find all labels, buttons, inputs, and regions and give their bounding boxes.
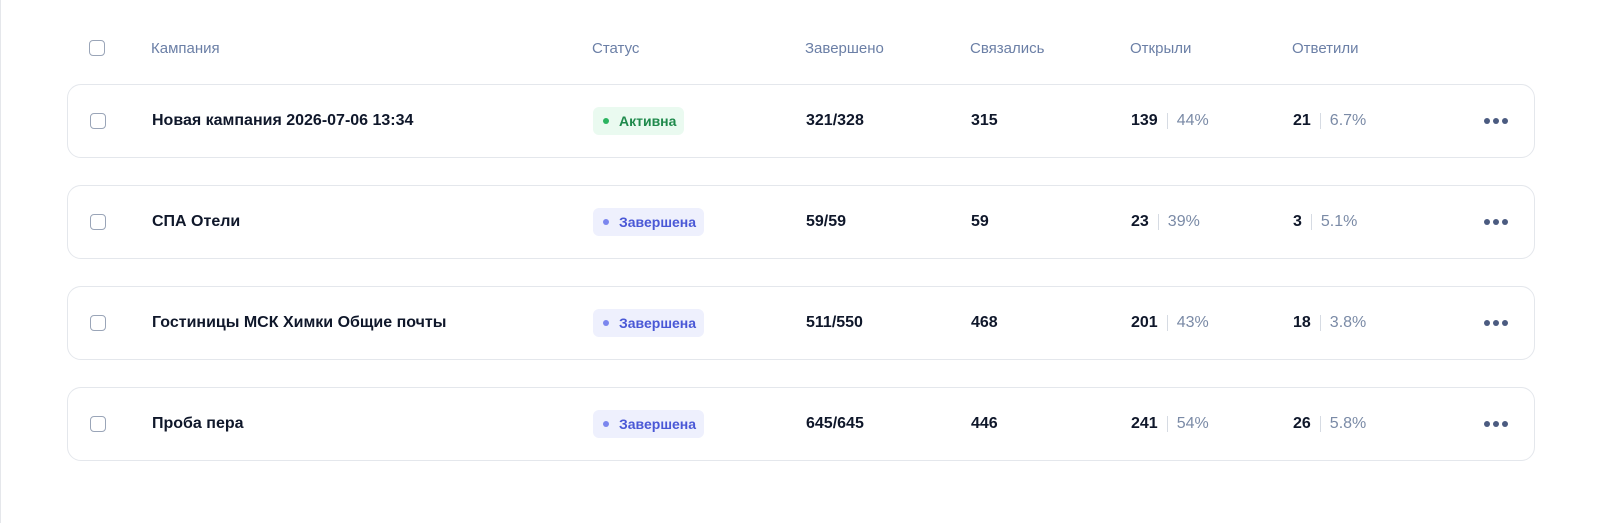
completed-value: 59/59	[806, 213, 847, 230]
opened-percent: 44%	[1176, 112, 1209, 129]
status-badge: Завершена	[593, 410, 705, 438]
divider	[1310, 214, 1312, 230]
status-dot-icon	[603, 320, 609, 326]
divider	[1319, 416, 1321, 432]
replied-percent: 5.8%	[1329, 415, 1367, 432]
status-label: Завершена	[619, 315, 697, 331]
opened-cell: 23 39%	[1131, 186, 1200, 258]
select-all-checkbox[interactable]	[89, 40, 105, 56]
replied-count: 3	[1293, 213, 1302, 230]
status-dot-icon	[603, 219, 609, 225]
status-dot-icon	[603, 118, 609, 124]
divider	[1319, 315, 1321, 331]
status-badge: Активна	[593, 107, 685, 135]
campaign-name[interactable]: Новая кампания 2026-07-06 13:34	[152, 85, 413, 157]
header-campaign[interactable]: Кампания	[151, 30, 220, 66]
row-checkbox[interactable]	[90, 416, 106, 432]
completed-value: 511/550	[806, 314, 863, 331]
completed-value: 321/328	[806, 112, 864, 129]
status-badge: Завершена	[593, 309, 705, 337]
status-label: Активна	[619, 113, 677, 129]
status-cell: Завершена	[593, 186, 705, 258]
replied-percent: 5.1%	[1320, 213, 1358, 230]
opened-percent: 39%	[1167, 213, 1200, 230]
opened-cell: 241 54%	[1131, 388, 1209, 460]
divider	[1166, 113, 1168, 129]
contacted-value: 468	[971, 314, 998, 331]
table-row[interactable]: Новая кампания 2026-07-06 13:34 Активна …	[67, 84, 1535, 158]
contacted-value: 59	[971, 213, 989, 230]
divider	[1157, 214, 1159, 230]
row-checkbox-cell	[90, 388, 106, 460]
select-all-cell	[89, 30, 105, 66]
table-header: Кампания Статус Завершено Связались Откр…	[67, 30, 1535, 66]
row-actions-cell	[1484, 287, 1508, 359]
completed-value: 645/645	[806, 415, 864, 432]
campaign-name[interactable]: Проба пера	[152, 388, 244, 460]
status-cell: Завершена	[593, 287, 705, 359]
row-checkbox-cell	[90, 287, 106, 359]
row-checkbox[interactable]	[90, 214, 106, 230]
opened-count: 139	[1131, 112, 1158, 129]
status-label: Завершена	[619, 214, 697, 230]
more-horizontal-icon[interactable]	[1484, 320, 1508, 326]
divider	[1166, 416, 1168, 432]
status-label: Завершена	[619, 416, 697, 432]
status-cell: Активна	[593, 85, 685, 157]
contacted-value: 315	[971, 112, 998, 129]
status-dot-icon	[603, 421, 609, 427]
header-completed[interactable]: Завершено	[805, 30, 884, 66]
more-horizontal-icon[interactable]	[1484, 421, 1508, 427]
more-horizontal-icon[interactable]	[1484, 219, 1508, 225]
row-checkbox[interactable]	[90, 315, 106, 331]
left-border	[0, 0, 1, 523]
opened-count: 23	[1131, 213, 1149, 230]
header-status[interactable]: Статус	[592, 30, 639, 66]
campaign-name[interactable]: СПА Отели	[152, 186, 240, 258]
replied-percent: 3.8%	[1329, 314, 1367, 331]
opened-cell: 139 44%	[1131, 85, 1209, 157]
table-row[interactable]: Проба пера Завершена 645/645 446 241 54%…	[67, 387, 1535, 461]
contacted-value: 446	[971, 415, 998, 432]
more-horizontal-icon[interactable]	[1484, 118, 1508, 124]
header-contacted[interactable]: Связались	[970, 30, 1044, 66]
opened-percent: 54%	[1176, 415, 1209, 432]
row-checkbox-cell	[90, 186, 106, 258]
divider	[1319, 113, 1321, 129]
row-actions-cell	[1484, 186, 1508, 258]
replied-percent: 6.7%	[1329, 112, 1367, 129]
table-row[interactable]: Гостиницы МСК Химки Общие почты Завершен…	[67, 286, 1535, 360]
replied-cell: 21 6.7%	[1293, 85, 1366, 157]
replied-count: 26	[1293, 415, 1311, 432]
replied-count: 21	[1293, 112, 1311, 129]
table-row[interactable]: СПА Отели Завершена 59/59 59 23 39% 3 5.…	[67, 185, 1535, 259]
opened-count: 201	[1131, 314, 1158, 331]
opened-count: 241	[1131, 415, 1158, 432]
row-checkbox-cell	[90, 85, 106, 157]
replied-cell: 26 5.8%	[1293, 388, 1366, 460]
divider	[1166, 315, 1168, 331]
row-actions-cell	[1484, 85, 1508, 157]
replied-cell: 3 5.1%	[1293, 186, 1357, 258]
replied-count: 18	[1293, 314, 1311, 331]
opened-cell: 201 43%	[1131, 287, 1209, 359]
row-checkbox[interactable]	[90, 113, 106, 129]
campaign-name[interactable]: Гостиницы МСК Химки Общие почты	[152, 287, 446, 359]
status-badge: Завершена	[593, 208, 705, 236]
replied-cell: 18 3.8%	[1293, 287, 1366, 359]
header-replied[interactable]: Ответили	[1292, 30, 1359, 66]
header-opened[interactable]: Открыли	[1130, 30, 1191, 66]
row-actions-cell	[1484, 388, 1508, 460]
opened-percent: 43%	[1176, 314, 1209, 331]
status-cell: Завершена	[593, 388, 705, 460]
